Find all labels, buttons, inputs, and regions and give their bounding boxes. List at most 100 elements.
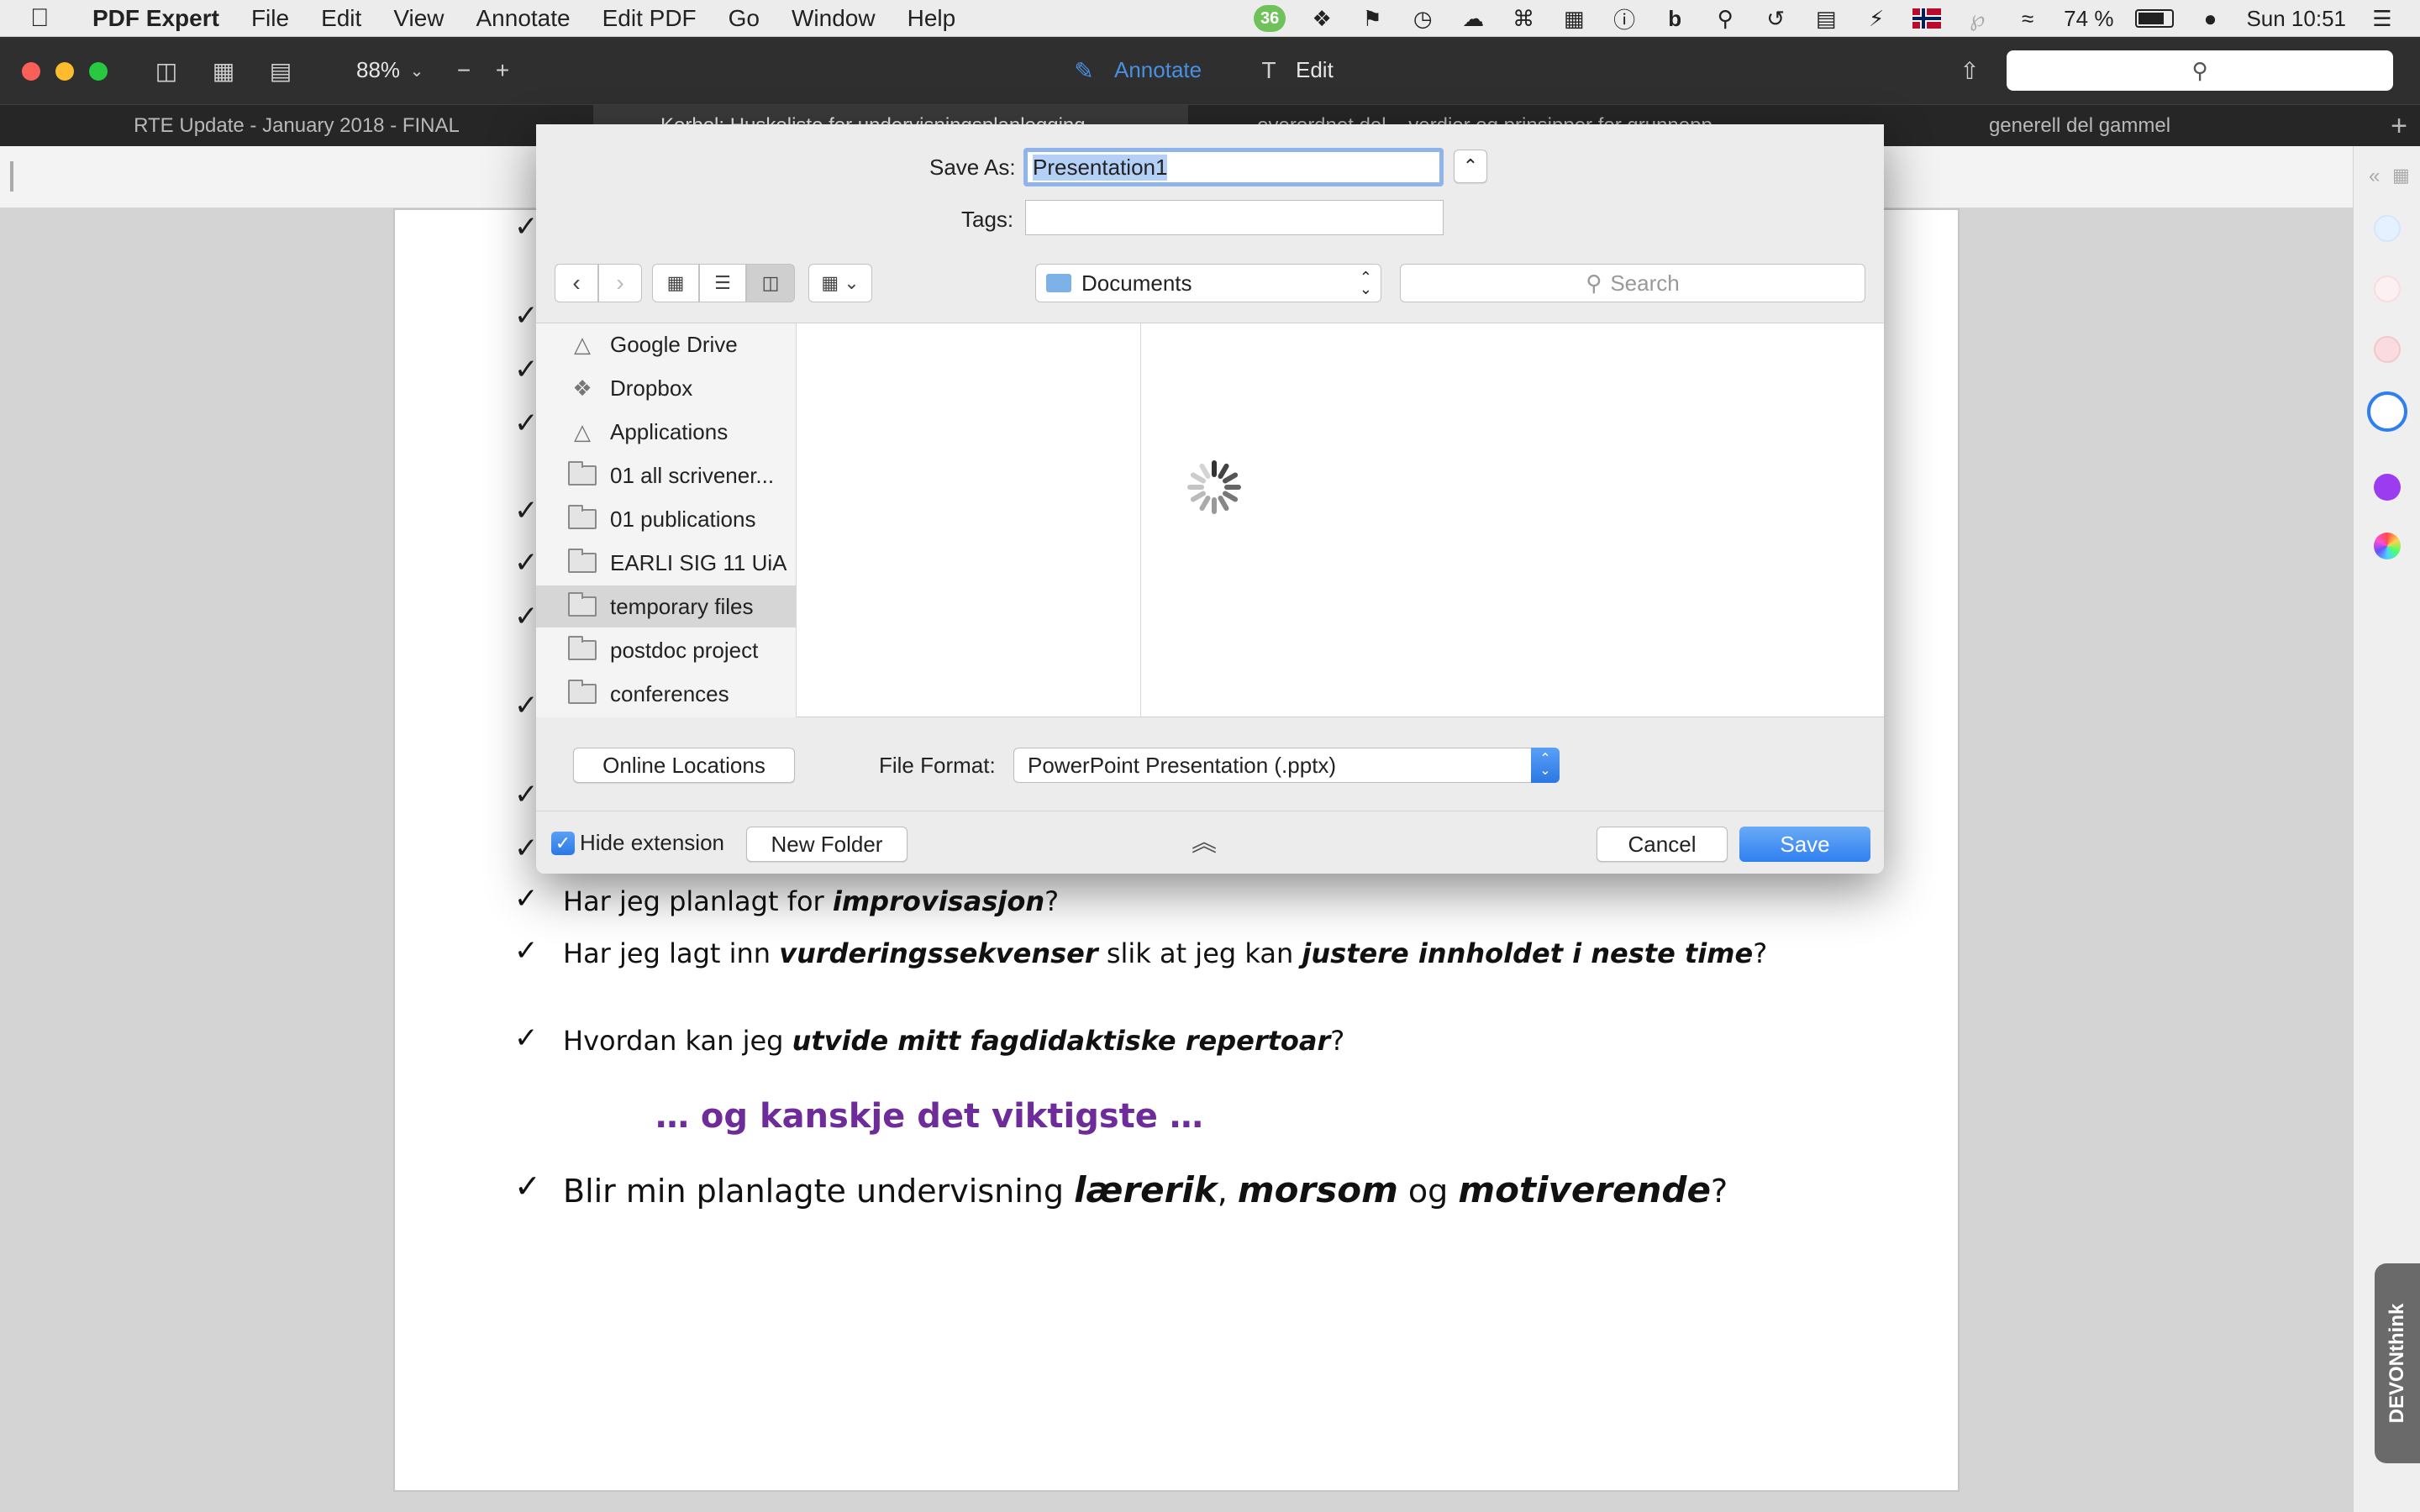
menu-annotate[interactable]: Annotate [476,5,571,32]
menu-file[interactable]: File [251,5,289,32]
text-span: ? [1710,1173,1728,1210]
dropbox-status-icon[interactable]: ❖ [1307,6,1336,31]
menu-view[interactable]: View [393,5,444,32]
tags-input[interactable] [1025,200,1444,235]
sidebar-item-dropbox[interactable]: ❖ Dropbox [536,367,797,409]
updown-chevron-icon: ⌃ ⌄ [1359,269,1372,297]
color-swatch-light-blue[interactable] [2374,215,2401,242]
resize-handle[interactable] [10,161,13,192]
chevron-down-icon[interactable]: ⌄ [400,55,434,86]
menu-help[interactable]: Help [908,5,956,32]
memory-icon[interactable]: ▤ [1812,6,1840,31]
collapse-dialog-button[interactable]: ⌃ [1454,150,1487,183]
collapse-sidebar-icon[interactable]: « [2369,165,2380,188]
reading-mode-icon[interactable]: ▤ [264,55,297,86]
cloud-upload-icon[interactable]: ☁ [1459,6,1487,31]
file-format-select[interactable]: PowerPoint Presentation (.pptx) ⌃ ⌄ [1013,748,1560,783]
zoom-in-icon[interactable]: + [486,55,519,86]
sidebar-item-conferences[interactable]: conferences [536,673,797,715]
annotate-pen-icon[interactable]: ✎ [1067,55,1101,86]
edit-button[interactable]: Edit [1296,57,1334,83]
color-swatch-purple[interactable] [2374,474,2401,501]
icon-view-button[interactable]: ▦ [652,264,699,302]
sidebar-item-applications[interactable]: △ Applications [536,411,797,453]
wifi-icon[interactable]: ≈ [2013,6,2042,31]
online-locations-button[interactable]: Online Locations [573,748,795,783]
close-window-button[interactable] [22,62,40,81]
menu-edit-pdf[interactable]: Edit PDF [602,5,697,32]
forward-button[interactable]: › [598,264,642,302]
color-swatch-pink[interactable] [2374,336,2401,363]
power-icon[interactable]: ⚡ [1862,6,1891,31]
list-view-button[interactable]: ☰ [699,264,746,302]
text-edit-icon[interactable]: T [1252,55,1286,86]
notification-badge[interactable]: 36 [1254,5,1286,32]
bluetooth-icon[interactable]: ℘ [1963,6,1991,31]
app-name-menu[interactable]: PDF Expert [92,5,219,32]
color-swatch-selected[interactable] [2367,391,2407,432]
highlight-heading: … og kanskje det viktigste … [655,1097,1203,1136]
flag-app-icon[interactable]: ⚑ [1358,6,1386,31]
menu-window[interactable]: Window [792,5,876,32]
group-view-button[interactable]: ▦ ⌄ [808,264,872,302]
sidebar-item-label: Applications [610,418,729,444]
google-drive-icon: △ [574,331,591,357]
clock-app-icon[interactable]: ◷ [1408,6,1437,31]
menu-edit[interactable]: Edit [321,5,361,32]
save-button[interactable]: Save [1739,827,1870,862]
checkmark-icon: ✓ [514,211,539,243]
notification-center-icon[interactable]: ☰ [2368,6,2396,31]
battery-percent[interactable]: 74 % [2064,6,2113,32]
hide-extension-checkbox[interactable]: ✓ [551,832,575,855]
sidebar-item-label: temporary files [610,593,754,619]
tab-rte-update[interactable]: RTE Update - January 2018 - FINAL [0,105,593,147]
chevron-up-icon[interactable]: ︽ [1192,822,1217,858]
cancel-button[interactable]: Cancel [1597,827,1728,862]
location-popup[interactable]: Documents ⌃ ⌄ [1035,264,1381,302]
checkmark-icon: ✓ [514,300,539,332]
sidebar-item-all-scrivener[interactable]: 01 all scrivener... [536,454,797,496]
color-swatch-light-pink[interactable] [2374,276,2401,302]
folder-icon [566,680,598,706]
share-icon[interactable]: ⇧ [1953,55,1986,86]
sidebar-item-publications[interactable]: 01 publications [536,498,797,540]
zoom-level[interactable]: 88% [356,57,400,83]
checklist-text: Har jeg lagt inn vurderingssekvenser sli… [563,937,1767,969]
sidebar-item-earli-sig[interactable]: EARLI SIG 11 UiA [536,542,797,584]
annotate-button[interactable]: Annotate [1114,57,1202,83]
browser-column[interactable] [797,323,1141,718]
sidebar-item-postdoc-project[interactable]: postdoc project [536,629,797,671]
sidebar-item-temporary-files[interactable]: temporary files [536,585,797,627]
folder-icon [566,549,598,575]
command-icon[interactable]: ⌘ [1509,6,1538,31]
back-button[interactable]: ‹ [555,264,598,302]
sidebar-toggle-icon[interactable]: ◫ [150,55,183,86]
grid-app-icon[interactable]: ▦ [1560,6,1588,31]
battery-icon[interactable] [2135,9,2175,28]
new-tab-button[interactable]: + [2378,105,2420,147]
norwegian-flag-icon[interactable] [1912,8,1942,29]
zoom-window-button[interactable] [89,62,108,81]
user-icon[interactable]: ● [2196,6,2224,31]
bartender-icon[interactable]: b [1660,6,1689,31]
minimize-window-button[interactable] [55,62,74,81]
time-machine-icon[interactable]: ↺ [1761,6,1790,31]
thumbnails-icon[interactable]: ▦ [207,55,240,86]
sidebar-options-icon[interactable]: ▦ [2392,165,2410,186]
sidebar-item-google-drive[interactable]: △ Google Drive [536,323,797,365]
toolbar-search-field[interactable]: ⚲ [2007,50,2393,91]
column-view-button[interactable]: ◫ [746,264,795,302]
hide-extension-label[interactable]: Hide extension [580,830,724,856]
color-picker-icon[interactable] [2374,533,2401,559]
save-as-input[interactable]: Presentation1 [1023,148,1444,186]
menu-go[interactable]: Go [729,5,760,32]
new-folder-button[interactable]: New Folder [746,827,908,862]
zoom-out-icon[interactable]: − [447,55,481,86]
menubar-clock[interactable]: Sun 10:51 [2246,6,2346,32]
spotlight-icon[interactable]: ⚲ [1711,6,1739,31]
password-icon[interactable]: ⓘ [1610,6,1639,33]
search-placeholder: Search [1610,270,1680,296]
dialog-search-input[interactable]: ⚲ Search [1400,264,1865,302]
apple-icon[interactable]:  [30,4,60,33]
devonthink-tab[interactable]: DEVONthink [2375,1263,2420,1463]
